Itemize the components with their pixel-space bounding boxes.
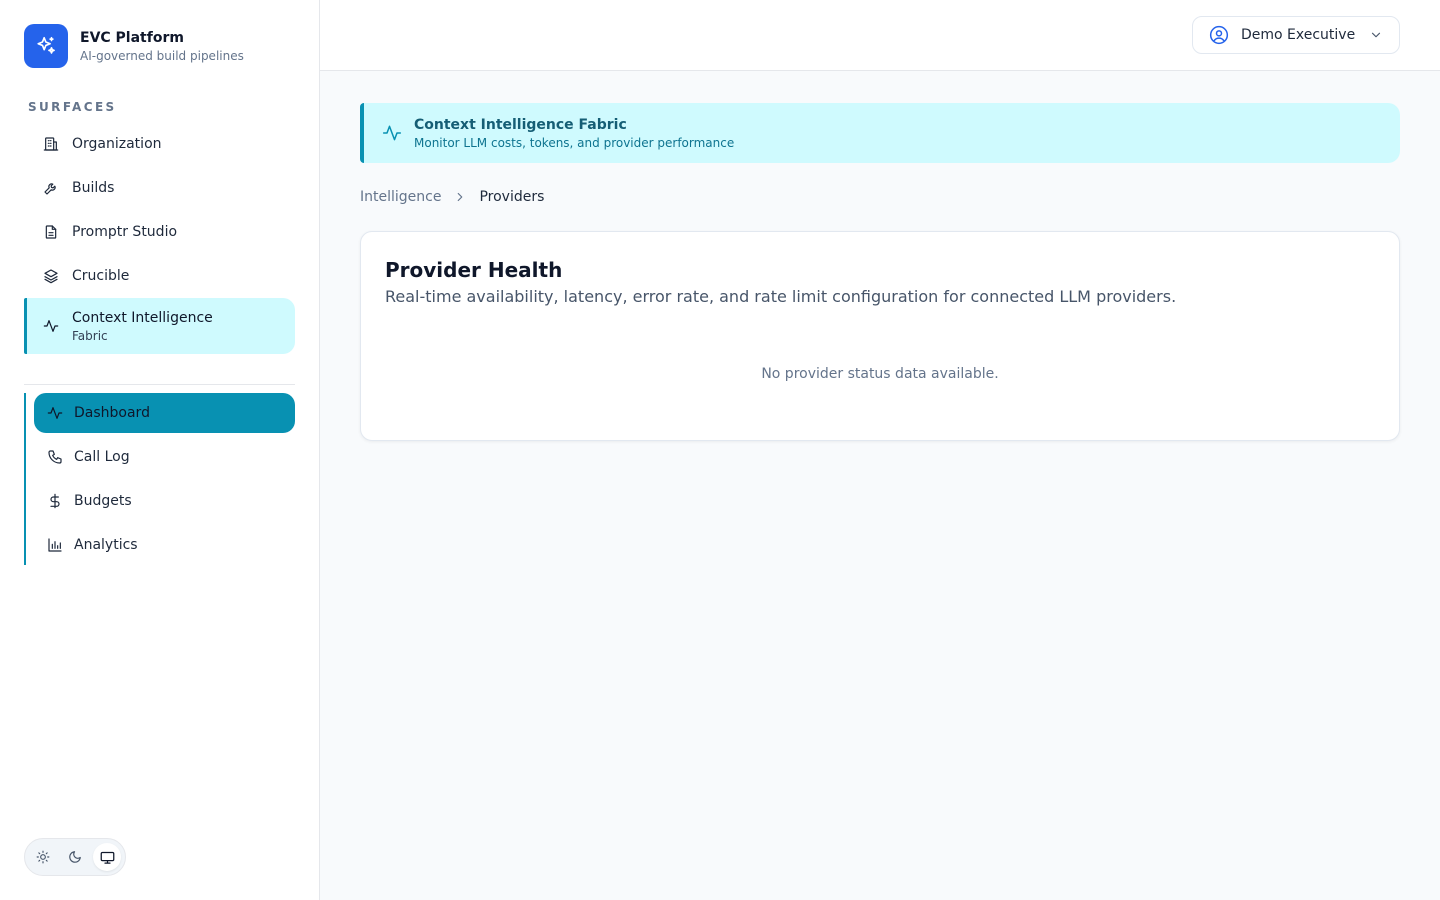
bar-chart-icon — [46, 536, 64, 554]
empty-state-message: No provider status data available. — [761, 366, 999, 382]
subnav-item-label: Analytics — [74, 537, 138, 553]
sidebar-item-label: Context Intelligence — [72, 309, 213, 326]
user-name: Demo Executive — [1241, 27, 1356, 43]
sidebar-item-label: Promptr Studio — [72, 224, 178, 240]
activity-icon — [382, 123, 402, 143]
sidebar-nav: Organization Builds Promptr Studio Cruci… — [24, 122, 295, 354]
layers-icon — [42, 267, 60, 285]
subnav-item-budgets[interactable]: Budgets — [34, 481, 295, 521]
subnav-item-call-log[interactable]: Call Log — [34, 437, 295, 477]
sidebar-subnav: Dashboard Call Log Budgets Analytics — [24, 393, 295, 565]
top-bar: Demo Executive — [320, 0, 1440, 71]
dollar-icon — [46, 492, 64, 510]
sidebar-item-sublabel: Fabric — [72, 328, 108, 343]
context-banner: Context Intelligence Fabric Monitor LLM … — [360, 103, 1400, 163]
monitor-icon — [100, 850, 115, 865]
breadcrumb: Intelligence Providers — [360, 187, 544, 207]
sidebar-item-organization[interactable]: Organization — [24, 122, 295, 166]
sidebar-item-label: Organization — [72, 136, 162, 152]
banner-title: Context Intelligence Fabric — [414, 116, 627, 133]
card-description: Real-time availability, latency, error r… — [385, 287, 1177, 306]
sidebar-item-builds[interactable]: Builds — [24, 166, 295, 210]
brand-title: EVC Platform — [80, 29, 184, 46]
user-circle-icon — [1209, 25, 1229, 45]
sparkles-icon — [24, 24, 68, 68]
sidebar-item-promptr-studio[interactable]: Promptr Studio — [24, 210, 295, 254]
breadcrumb-providers: Providers — [479, 189, 545, 205]
subnav-item-label: Budgets — [74, 493, 132, 509]
breadcrumb-intelligence[interactable]: Intelligence — [360, 189, 441, 205]
chevron-down-icon — [1369, 28, 1383, 42]
activity-icon — [46, 404, 64, 422]
provider-health-card: Provider Health Real-time availability, … — [360, 231, 1400, 441]
subnav-item-analytics[interactable]: Analytics — [34, 525, 295, 565]
theme-system-button[interactable] — [93, 843, 121, 871]
banner-subtitle: Monitor LLM costs, tokens, and provider … — [414, 135, 735, 150]
card-title: Provider Health — [385, 258, 563, 282]
phone-icon — [46, 448, 64, 466]
subnav-item-label: Call Log — [74, 449, 130, 465]
sidebar: EVC Platform AI-governed build pipelines… — [0, 0, 320, 900]
sidebar-divider — [24, 384, 295, 385]
section-label: SURFACES — [28, 100, 117, 114]
wrench-icon — [42, 179, 60, 197]
theme-toggle — [24, 838, 126, 876]
subnav-item-label: Dashboard — [74, 405, 150, 421]
brand-subtitle: AI-governed build pipelines — [80, 48, 244, 63]
sun-icon — [36, 850, 50, 864]
moon-icon — [68, 850, 82, 864]
sidebar-item-label: Crucible — [72, 268, 130, 284]
chevron-right-icon — [453, 190, 467, 204]
user-menu-button[interactable]: Demo Executive — [1192, 16, 1400, 54]
brand[interactable]: EVC Platform AI-governed build pipelines — [24, 24, 244, 68]
activity-icon — [42, 317, 60, 335]
sidebar-item-label: Builds — [72, 180, 115, 196]
building-icon — [42, 135, 60, 153]
theme-light-button[interactable] — [29, 843, 57, 871]
document-icon — [42, 223, 60, 241]
sidebar-item-crucible[interactable]: Crucible — [24, 254, 295, 298]
theme-dark-button[interactable] — [61, 843, 89, 871]
subnav-item-dashboard[interactable]: Dashboard — [34, 393, 295, 433]
sidebar-item-context-intelligence[interactable]: Context Intelligence Fabric — [24, 298, 295, 354]
